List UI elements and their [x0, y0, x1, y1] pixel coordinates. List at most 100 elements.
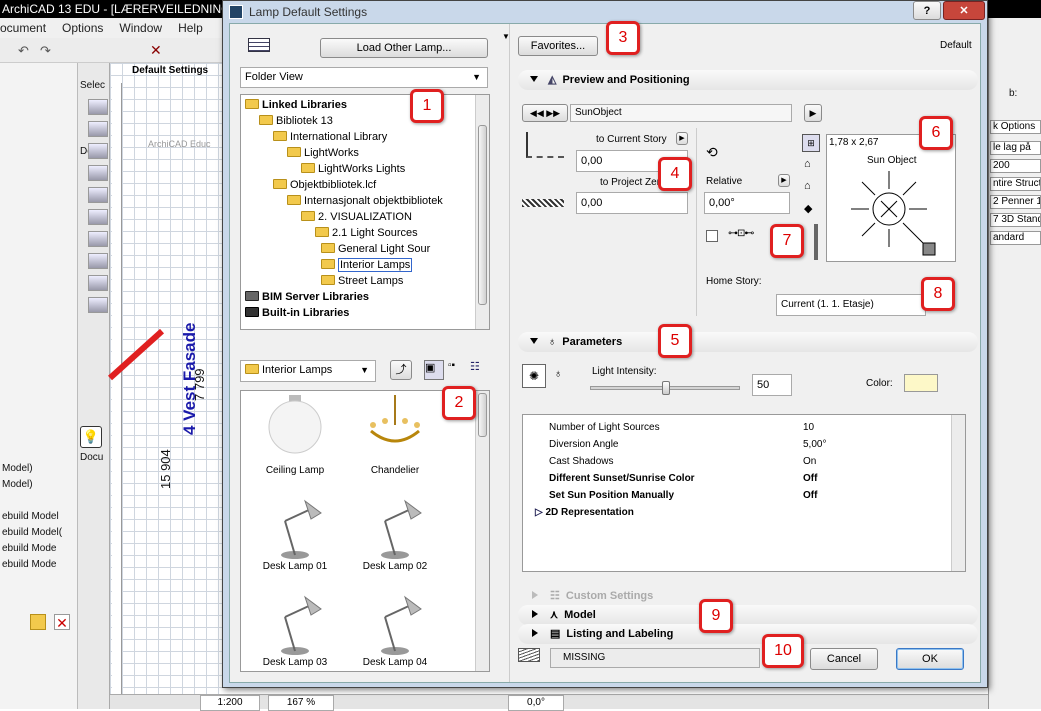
view-mode-select[interactable]: Folder View ▼: [240, 67, 488, 88]
side-view-icon[interactable]: ⌂: [804, 158, 811, 170]
lamp-item[interactable]: Desk Lamp 03: [245, 587, 345, 671]
home-story-select[interactable]: Current (1. 1. Etasje): [776, 294, 926, 316]
parameter-list[interactable]: Number of Light Sources 10 Diversion Angle…: [522, 414, 966, 572]
option-item[interactable]: ntire Struct: [990, 177, 1041, 191]
mesh-tool-icon[interactable]: [88, 275, 108, 291]
view-toggle-icon[interactable]: [248, 38, 270, 52]
anchor-point-icon[interactable]: ⊶⊡⊷: [728, 228, 754, 239]
tree-item[interactable]: Built-in Libraries: [245, 305, 349, 321]
option-item[interactable]: le lag på: [990, 141, 1041, 155]
layer-select[interactable]: MISSING: [550, 648, 760, 668]
library-tree[interactable]: Linked Libraries Bibliotek 13 Internationa…: [240, 94, 490, 330]
tree-scrollbar[interactable]: [475, 95, 489, 329]
model-section-header[interactable]: ⋏ Model: [518, 605, 978, 625]
param-row[interactable]: Diversion Angle 5,00°: [549, 436, 969, 453]
scroll-thumb[interactable]: [478, 125, 487, 305]
option-item[interactable]: 2 Penner 1: [990, 195, 1041, 209]
close-button[interactable]: ✕: [943, 1, 985, 20]
lamp-gallery[interactable]: Ceiling Lamp Chandelier Desk Lamp 01 Desk L…: [240, 390, 490, 672]
folder-select[interactable]: Interior Lamps ▼: [240, 360, 376, 382]
drawing-canvas[interactable]: Default Settings ArchiCAD Educ 4 Vest Fa…: [110, 63, 230, 709]
tree-item[interactable]: LightWorks: [287, 145, 359, 161]
plan-view-icon[interactable]: ⊞: [802, 134, 820, 152]
3d-view-icon[interactable]: ◆: [804, 202, 812, 215]
small-icons-view-icon[interactable]: ▫▪: [448, 360, 464, 380]
light-settings-icon[interactable]: ✺: [522, 364, 546, 388]
tree-item[interactable]: Street Lamps: [321, 273, 403, 289]
nav-item[interactable]: ebuild Model: [2, 511, 59, 522]
load-other-lamp-button[interactable]: Load Other Lamp...: [320, 38, 488, 58]
object-tool-icon[interactable]: [88, 297, 108, 313]
tree-item[interactable]: LightWorks Lights: [301, 161, 405, 177]
new-folder-icon[interactable]: [30, 614, 46, 630]
undo-icon[interactable]: ↶: [18, 43, 29, 59]
param-row[interactable]: ▷ 2D Representation: [535, 504, 969, 521]
tree-item[interactable]: Internasjonalt objektbibliotek: [287, 193, 443, 209]
nav-item[interactable]: Model): [2, 479, 33, 490]
favorites-button[interactable]: Favorites...: [518, 36, 598, 56]
parent-folder-icon[interactable]: ⤴: [390, 360, 412, 380]
param-row[interactable]: Different Sunset/Sunrise Color Off: [549, 470, 969, 487]
tree-item[interactable]: International Library: [273, 129, 387, 145]
lamp-tool-icon[interactable]: 💡: [80, 426, 102, 448]
gallery-scrollbar[interactable]: [475, 391, 489, 671]
project-zero-input[interactable]: 0,00: [576, 192, 688, 214]
cancel-button[interactable]: Cancel: [810, 648, 878, 670]
nav-item[interactable]: ebuild Model(: [2, 527, 62, 538]
beam-tool-icon[interactable]: [88, 187, 108, 203]
lamp-item[interactable]: Chandelier: [345, 395, 445, 491]
expand-arrow-icon[interactable]: ▶: [804, 104, 822, 122]
tree-item[interactable]: 2. VISUALIZATION: [301, 209, 412, 225]
listing-section-header[interactable]: ▤ Listing and Labeling: [518, 624, 978, 644]
delete-icon[interactable]: ✕: [54, 614, 70, 631]
menu-options[interactable]: Options: [62, 21, 103, 35]
option-item[interactable]: andard: [990, 231, 1041, 245]
param-row[interactable]: Cast Shadows On: [549, 453, 969, 470]
scroll-thumb[interactable]: [478, 393, 487, 437]
preview-section-header[interactable]: ◭ Preview and Positioning: [518, 70, 978, 90]
expand-triangle-icon[interactable]: ▷: [535, 507, 545, 518]
light-intensity-input[interactable]: 50: [752, 374, 792, 396]
stair-tool-icon[interactable]: [88, 253, 108, 269]
menu-help[interactable]: Help: [178, 21, 203, 35]
nav-item[interactable]: Model): [2, 463, 33, 474]
lamp-item[interactable]: Desk Lamp 04: [345, 587, 445, 671]
tree-item[interactable]: BIM Server Libraries: [245, 289, 369, 305]
tree-item[interactable]: Objektbibliotek.lcf: [273, 177, 376, 193]
menu-window[interactable]: Window: [119, 21, 162, 35]
door-tool-icon[interactable]: [88, 121, 108, 137]
light-color-swatch[interactable]: [904, 374, 938, 392]
lamp-item[interactable]: Ceiling Lamp: [245, 395, 345, 491]
ok-button[interactable]: OK: [896, 648, 964, 670]
large-icons-view-icon[interactable]: ▣: [424, 360, 444, 380]
parameters-section-header[interactable]: ♁ Parameters: [518, 332, 978, 352]
tree-item[interactable]: Bibliotek 13: [259, 113, 333, 129]
list-view-icon[interactable]: ☷: [470, 360, 488, 380]
help-button[interactable]: ?: [913, 1, 941, 20]
expand-arrow-icon[interactable]: ▶: [676, 132, 688, 145]
column-tool-icon[interactable]: [88, 209, 108, 225]
prev-next-object-icon[interactable]: ◀◀ ▶▶: [522, 104, 568, 122]
mirror-checkbox[interactable]: [706, 230, 718, 242]
param-row[interactable]: Set Sun Position Manually Off: [549, 487, 969, 504]
param-scrollbar[interactable]: [951, 415, 965, 571]
expand-arrow-icon[interactable]: ▶: [778, 174, 790, 187]
tree-item[interactable]: 2.1 Light Sources: [315, 225, 418, 241]
front-view-icon[interactable]: ⌂: [804, 180, 811, 192]
param-row[interactable]: Number of Light Sources 10: [549, 419, 969, 436]
window-tool-icon[interactable]: [88, 143, 108, 159]
nav-item[interactable]: ebuild Mode: [2, 559, 56, 570]
light-intensity-slider[interactable]: [590, 381, 740, 395]
slab-tool-icon[interactable]: [88, 231, 108, 247]
option-item[interactable]: 200: [990, 159, 1041, 173]
slider-bar-icon[interactable]: [814, 224, 818, 260]
tree-item[interactable]: Interior Lamps: [321, 257, 413, 273]
tree-item[interactable]: Linked Libraries: [245, 97, 347, 113]
nav-item[interactable]: ebuild Mode: [2, 543, 56, 554]
tree-item[interactable]: General Light Sour: [321, 241, 430, 257]
lamp-item[interactable]: Desk Lamp 02: [345, 491, 445, 587]
angle-input[interactable]: 0,00°: [704, 192, 790, 214]
roof-tool-icon[interactable]: [88, 165, 108, 181]
menu-document[interactable]: ocument: [0, 21, 46, 35]
lamp-item[interactable]: Desk Lamp 01: [245, 491, 345, 587]
